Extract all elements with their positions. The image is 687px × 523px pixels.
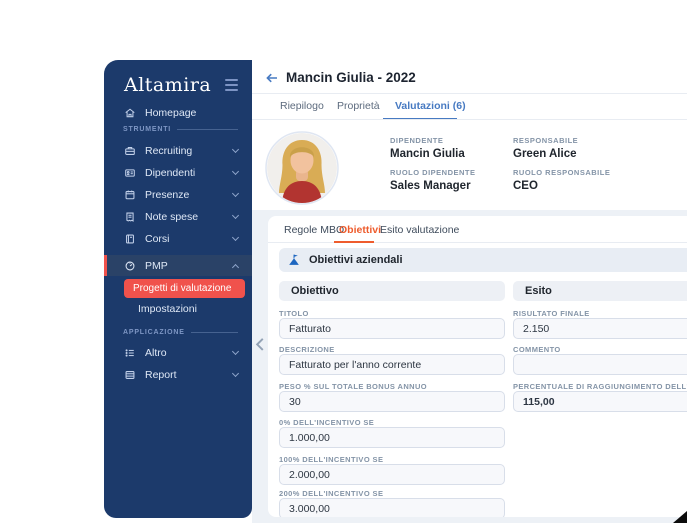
sidebar-item-label: Note spese — [145, 210, 199, 223]
tab-riepilogo[interactable]: Riepilogo — [280, 100, 324, 112]
field-input-percentuale-raggiungimento[interactable] — [513, 391, 687, 412]
subtab-regole-mbo[interactable]: Regole MBO — [284, 224, 344, 236]
main-content: Mancin Giulia - 2022 Riepilogo Proprietà… — [252, 62, 687, 523]
sidebar-item-label: Presenze — [145, 188, 190, 201]
tab-valutazioni[interactable]: Valutazioni (6) — [395, 100, 466, 112]
active-subtab-underline — [334, 241, 374, 243]
profile-field-dipendente: DIPENDENTE Mancin Giulia — [390, 136, 465, 160]
page-header: Mancin Giulia - 2022 — [252, 62, 687, 93]
collapse-panel-icon[interactable] — [253, 336, 267, 354]
sidebar-item-altro[interactable]: Altro — [104, 342, 252, 363]
sidebar-item-homepage[interactable]: Homepage — [104, 102, 252, 123]
banner-title: Obiettivi aziendali — [309, 254, 403, 266]
avatar — [265, 131, 339, 205]
sidebar-item-report[interactable]: Report — [104, 364, 252, 385]
sidebar-item-label: Altro — [145, 346, 167, 359]
field-input-incentivo-200[interactable] — [279, 498, 505, 517]
field-input-commento[interactable] — [513, 354, 687, 375]
sidebar-item-label: Corsi — [145, 232, 170, 245]
column-header-esito: Esito — [513, 281, 687, 301]
sidebar-item-label: PMP — [145, 259, 168, 272]
list-icon — [124, 347, 136, 359]
chevron-down-icon — [231, 189, 240, 198]
calendar-icon — [124, 189, 136, 201]
field-input-peso-bonus[interactable] — [279, 391, 505, 412]
subtab-bar: Regole MBO Obiettivi Esito valutazione — [268, 216, 687, 243]
sidebar-item-dipendenti[interactable]: Dipendenti — [104, 162, 252, 183]
briefcase-icon — [124, 145, 136, 157]
home-icon — [124, 107, 136, 119]
report-icon — [124, 369, 136, 381]
receipt-icon — [124, 211, 136, 223]
sidebar-item-recruiting[interactable]: Recruiting — [104, 140, 252, 161]
sidebar-item-label: Recruiting — [145, 144, 193, 157]
chevron-down-icon — [231, 369, 240, 378]
field-label-commento: COMMENTO — [513, 345, 561, 354]
tab-bar: Riepilogo Proprietà Valutazioni (6) — [252, 94, 687, 120]
evaluation-panel: Regole MBO Obiettivi Esito valutazione O… — [268, 216, 687, 517]
sidebar-subitem-impostazioni[interactable]: Impostazioni — [138, 303, 197, 317]
sidebar-subitem-progetti-di-valutazione[interactable]: Progetti di valutazione — [124, 279, 245, 298]
sidebar-item-label: Dipendenti — [145, 166, 196, 179]
id-card-icon — [124, 167, 136, 179]
subtab-obiettivi[interactable]: Obiettivi — [339, 224, 381, 236]
profile-field-responsabile: RESPONSABILE Green Alice — [513, 136, 579, 160]
sidebar-item-label: Homepage — [145, 106, 197, 119]
divider — [252, 119, 687, 120]
chevron-down-icon — [231, 167, 240, 176]
gauge-icon — [124, 260, 136, 272]
sidebar-item-label: Report — [145, 368, 177, 381]
sidebar-item-corsi[interactable]: Corsi — [104, 228, 252, 249]
book-icon — [124, 233, 136, 245]
field-label-descrizione: DESCRIZIONE — [279, 345, 335, 354]
field-label-incentivo-0: 0% DELL'INCENTIVO SE — [279, 418, 375, 427]
field-input-incentivo-100[interactable] — [279, 464, 505, 485]
back-arrow-icon[interactable] — [265, 71, 279, 85]
field-label-risultato-finale: RISULTATO FINALE — [513, 309, 590, 318]
column-header-obiettivo: Obiettivo — [279, 281, 505, 301]
chevron-down-icon — [231, 233, 240, 242]
field-input-risultato-finale[interactable] — [513, 318, 687, 339]
obiettivi-aziendali-banner: Obiettivi aziendali — [279, 248, 687, 272]
subtab-esito-valutazione[interactable]: Esito valutazione — [380, 224, 459, 236]
menu-icon[interactable] — [225, 79, 238, 91]
field-label-peso-bonus: PESO % SUL TOTALE BONUS ANNUO — [279, 382, 428, 391]
goal-flag-icon — [287, 253, 301, 267]
field-label-incentivo-100: 100% DELL'INCENTIVO SE — [279, 455, 384, 464]
sidebar-item-presenze[interactable]: Presenze — [104, 184, 252, 205]
altamira-logo: Altamira — [124, 74, 212, 96]
field-label-percentuale-raggiungimento: PERCENTUALE DI RAGGIUNGIMENTO DELL'OBIET… — [513, 382, 687, 391]
field-input-incentivo-0[interactable] — [279, 427, 505, 448]
chevron-down-icon — [231, 347, 240, 356]
evaluation-section: Regole MBO Obiettivi Esito valutazione O… — [252, 210, 687, 523]
sidebar-section-strumenti: STRUMENTI — [104, 123, 252, 135]
chevron-down-icon — [231, 145, 240, 154]
sidebar-item-note-spese[interactable]: Note spese — [104, 206, 252, 227]
chevron-down-icon — [231, 211, 240, 220]
page-title: Mancin Giulia - 2022 — [286, 70, 416, 85]
field-label-incentivo-200: 200% DELL'INCENTIVO SE — [279, 489, 384, 498]
sidebar-section-applicazione: APPLICAZIONE — [104, 326, 252, 338]
field-label-titolo: TITOLO — [279, 309, 309, 318]
field-input-descrizione[interactable] — [279, 354, 505, 375]
sidebar: Altamira Homepage STRUMENTI Recruiting D… — [104, 60, 252, 518]
tab-proprieta[interactable]: Proprietà — [337, 100, 380, 112]
field-input-titolo[interactable] — [279, 318, 505, 339]
sidebar-item-pmp[interactable]: PMP — [104, 255, 252, 276]
profile-field-ruolo-responsabile: RUOLO RESPONSABILE CEO — [513, 168, 611, 192]
chevron-up-icon — [231, 263, 240, 271]
profile-field-ruolo-dipendente: RUOLO DIPENDENTE Sales Manager — [390, 168, 476, 192]
